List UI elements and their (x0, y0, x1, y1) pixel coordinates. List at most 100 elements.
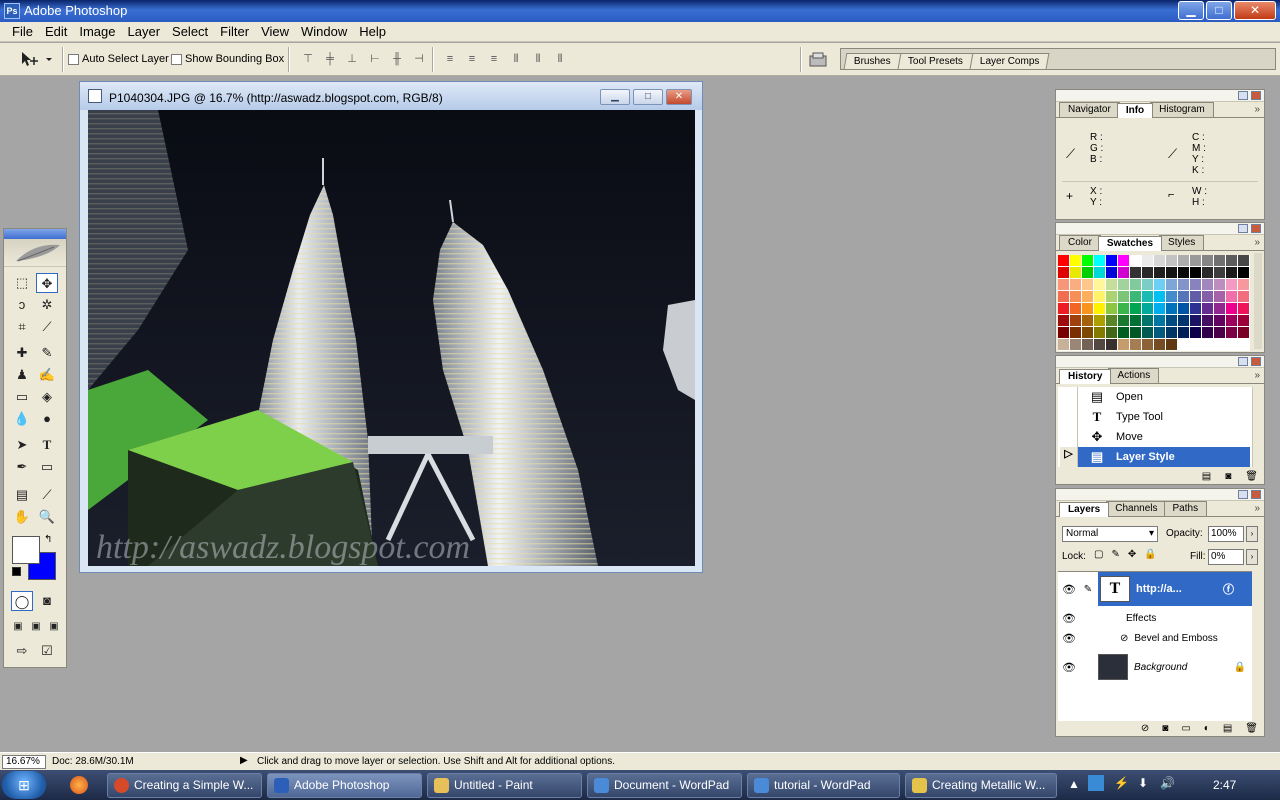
tab-color[interactable]: Color (1059, 235, 1101, 250)
lock-all-icon[interactable]: 🔒 (1144, 549, 1156, 560)
swatch[interactable] (1106, 279, 1118, 291)
swatch[interactable] (1070, 339, 1082, 351)
swatch[interactable] (1058, 315, 1070, 327)
foreground-color[interactable] (12, 536, 40, 564)
adjustment-layer-icon[interactable]: ◐ (1204, 723, 1210, 734)
move-tool-icon[interactable]: ✥ (36, 273, 58, 293)
well-tab-brushes[interactable]: Brushes (843, 53, 902, 69)
swatch[interactable] (1178, 327, 1190, 339)
type-tool-icon[interactable]: T (36, 435, 58, 455)
swatch[interactable] (1238, 315, 1250, 327)
swatch[interactable] (1058, 327, 1070, 339)
fill-input[interactable]: 0% (1208, 549, 1244, 565)
panel-header[interactable] (1056, 356, 1264, 368)
swatch[interactable] (1238, 327, 1250, 339)
opacity-slider-arrow[interactable]: › (1246, 526, 1258, 542)
panel-minimize-button[interactable] (1238, 490, 1248, 499)
panel-header[interactable] (1056, 90, 1264, 102)
swatch[interactable] (1214, 327, 1226, 339)
panel-minimize-button[interactable] (1238, 357, 1248, 366)
full-screen-menu-icon[interactable]: ▣ (28, 617, 44, 637)
menu-image[interactable]: Image (73, 22, 121, 41)
eye-icon[interactable]: 👁 (1060, 612, 1078, 625)
download-icon[interactable]: ⬇ (1138, 776, 1148, 790)
swatch[interactable] (1166, 303, 1178, 315)
tab-history[interactable]: History (1059, 369, 1112, 384)
swatch[interactable] (1130, 279, 1142, 291)
swatch[interactable] (1142, 279, 1154, 291)
tab-navigator[interactable]: Navigator (1059, 102, 1120, 117)
adobe-feather-logo[interactable] (4, 239, 66, 267)
swatch[interactable] (1082, 279, 1094, 291)
swatch[interactable] (1226, 279, 1238, 291)
swatch[interactable] (1070, 255, 1082, 267)
show-hidden-icons-icon[interactable]: ▲ (1068, 777, 1080, 791)
link-layers-icon[interactable]: ⊘ (1141, 723, 1149, 734)
paint-bucket-tool-icon[interactable]: ◈ (36, 387, 58, 407)
well-tab-layer-comps[interactable]: Layer Comps (969, 53, 1050, 69)
effects-row[interactable]: 👁 Effects (1060, 608, 1252, 628)
brush-tool-icon[interactable]: ✎ (36, 343, 58, 363)
well-tab-tool-presets[interactable]: Tool Presets (897, 53, 974, 69)
swatch[interactable] (1082, 291, 1094, 303)
panel-menu-icon[interactable]: » (1254, 104, 1260, 115)
doc-minimize-button[interactable]: ▁ (600, 89, 630, 105)
swatch[interactable] (1142, 255, 1154, 267)
taskbar-item[interactable]: Untitled - Paint (427, 773, 582, 798)
swatch[interactable] (1094, 279, 1106, 291)
swatch[interactable] (1130, 303, 1142, 315)
opacity-input[interactable]: 100% (1208, 526, 1244, 542)
fx-icon[interactable]: ⓕ (1223, 581, 1234, 597)
swatch[interactable] (1166, 315, 1178, 327)
swatch[interactable] (1058, 267, 1070, 279)
swatch[interactable] (1154, 303, 1166, 315)
swatch[interactable] (1238, 291, 1250, 303)
default-colors-icon[interactable] (12, 567, 21, 576)
history-snapshot-box[interactable] (1060, 387, 1078, 407)
network-icon[interactable]: ⚡ (1114, 776, 1129, 790)
move-tool-preset-icon[interactable] (18, 49, 56, 69)
history-item-selected[interactable]: ▷ ▤ Layer Style (1060, 447, 1250, 467)
swatch[interactable] (1058, 303, 1070, 315)
zoom-tool-icon[interactable]: 🔍 (36, 507, 58, 527)
swatch[interactable] (1058, 339, 1070, 351)
swatch[interactable] (1130, 255, 1142, 267)
swatch[interactable] (1178, 339, 1190, 351)
history-snapshot-box[interactable] (1060, 407, 1078, 427)
trash-icon[interactable]: 🗑 (1245, 471, 1258, 482)
swatch[interactable] (1106, 315, 1118, 327)
layer-row-text[interactable]: 👁 ✎ T http://a... ⓕ (1060, 572, 1252, 606)
clock[interactable]: 2:47 (1213, 778, 1236, 792)
distribute-hcenter-icon[interactable]: ⫴ (530, 52, 546, 66)
swatch[interactable] (1178, 303, 1190, 315)
align-right-icon[interactable]: ⊣ (411, 52, 427, 66)
swatch[interactable] (1166, 255, 1178, 267)
document-titlebar[interactable]: P1040304.JPG @ 16.7% (http://aswadz.blog… (80, 82, 702, 110)
swatch[interactable] (1058, 279, 1070, 291)
menu-help[interactable]: Help (353, 22, 392, 41)
swatch[interactable] (1202, 315, 1214, 327)
lock-paint-icon[interactable]: ✎ (1111, 549, 1119, 560)
swatch[interactable] (1094, 315, 1106, 327)
swatch[interactable] (1190, 267, 1202, 279)
swatch[interactable] (1178, 267, 1190, 279)
close-button[interactable]: ✕ (1234, 1, 1276, 20)
eraser-tool-icon[interactable]: ▭ (11, 387, 33, 407)
swatch[interactable] (1106, 267, 1118, 279)
new-layer-icon[interactable]: ▤ (1223, 723, 1232, 734)
swatch[interactable] (1154, 255, 1166, 267)
zoom-input[interactable]: 16.67% (2, 755, 46, 769)
history-state-marker-icon[interactable]: ▷ (1060, 447, 1078, 467)
swatch[interactable] (1214, 315, 1226, 327)
volume-icon[interactable]: 🔊 (1160, 776, 1175, 790)
swatch[interactable] (1214, 279, 1226, 291)
swatch[interactable] (1238, 255, 1250, 267)
maximize-button[interactable]: □ (1206, 1, 1232, 20)
swatch[interactable] (1166, 291, 1178, 303)
swatch[interactable] (1094, 255, 1106, 267)
swatch[interactable] (1082, 303, 1094, 315)
swatch[interactable] (1118, 267, 1130, 279)
dodge-tool-icon[interactable]: ● (36, 409, 58, 429)
healing-brush-tool-icon[interactable]: ✚ (11, 343, 33, 363)
align-top-icon[interactable]: ⊤ (300, 52, 316, 66)
